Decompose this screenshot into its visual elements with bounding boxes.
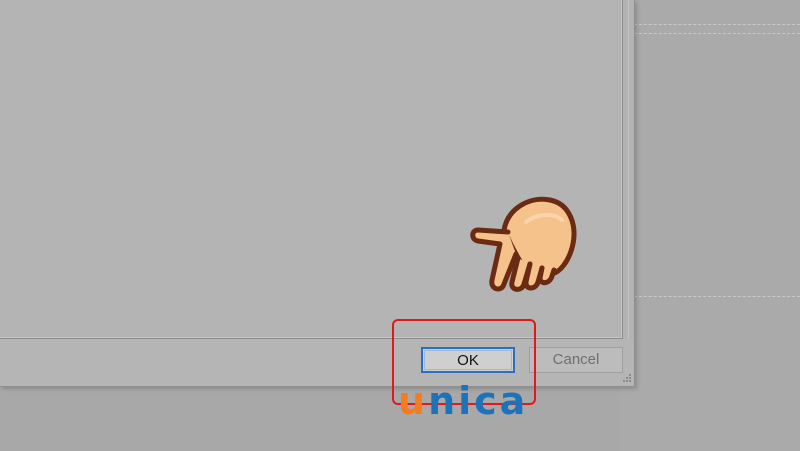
resize-grip-icon[interactable] [620,373,632,385]
pointing-hand-icon [470,196,577,292]
background-divider [634,296,800,297]
cancel-button[interactable]: Cancel [529,347,623,373]
screenshot-stage: OK Cancel unica [0,0,800,451]
background-divider [634,24,800,25]
dialog-border-line [628,0,629,340]
background-divider [634,33,800,34]
cancel-button-label: Cancel [552,351,600,368]
background-window [620,0,800,451]
logo-rest-letters: nica [428,379,529,423]
unica-logo: unica [398,381,538,421]
logo-first-letter: u [398,379,429,423]
